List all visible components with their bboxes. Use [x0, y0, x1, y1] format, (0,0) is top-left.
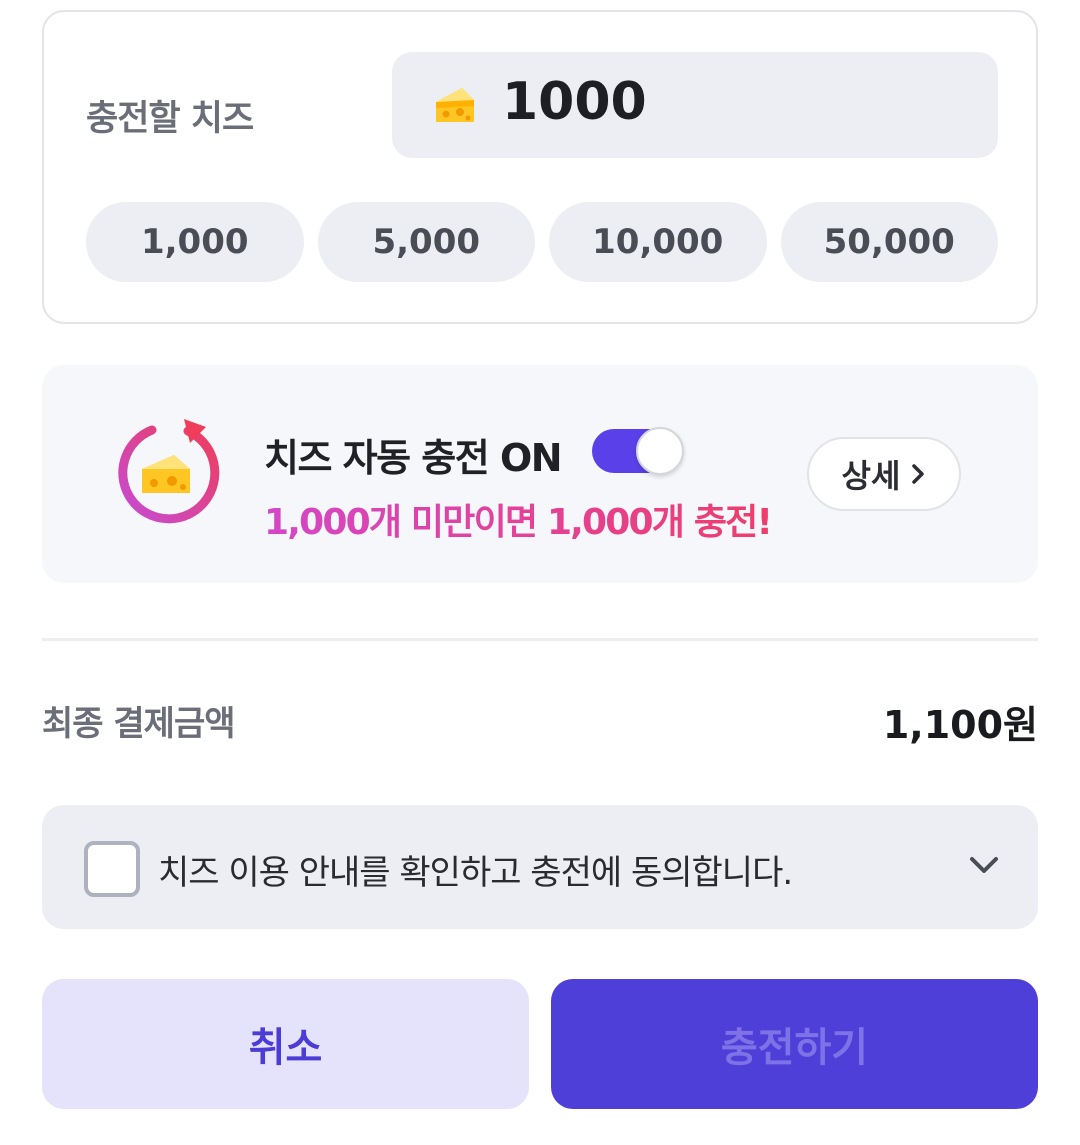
preset-5000-button[interactable]: 5,000	[317, 202, 535, 282]
auto-charge-panel: 치즈 자동 충전 ON 1,000개 미만이면 1,000개 충전! 상세	[42, 365, 1038, 583]
toggle-knob	[636, 427, 684, 475]
chevron-down-icon[interactable]	[968, 853, 1000, 877]
amount-input[interactable]: 1000	[392, 52, 998, 158]
preset-amounts: 1,000 5,000 10,000 50,000	[86, 202, 998, 282]
total-label: 최종 결제금액	[42, 704, 236, 744]
total-value: 1,100원	[882, 703, 1038, 747]
agree-bar[interactable]: 치즈 이용 안내를 확인하고 충전에 동의합니다.	[42, 805, 1038, 929]
detail-button[interactable]: 상세	[807, 437, 961, 511]
cheese-icon	[436, 88, 474, 122]
cheese-charge-page: 충전할 치즈 1000 1,000 5,000 10,000 50,000 치즈…	[0, 0, 1080, 1145]
chevron-right-icon	[912, 464, 925, 484]
auto-recharge-cheese-icon	[118, 419, 220, 524]
auto-charge-description: 1,000개 미만이면 1,000개 충전!	[264, 493, 773, 545]
agree-checkbox[interactable]	[84, 841, 140, 897]
charge-label: 충전할 치즈	[86, 99, 254, 139]
charge-button[interactable]: 충전하기	[551, 979, 1038, 1109]
preset-10000-button[interactable]: 10,000	[549, 202, 767, 282]
preset-1000-button[interactable]: 1,000	[86, 202, 304, 282]
agree-text: 치즈 이용 안내를 확인하고 충전에 동의합니다.	[158, 853, 793, 893]
preset-50000-button[interactable]: 50,000	[780, 202, 998, 282]
auto-charge-toggle[interactable]	[592, 427, 684, 475]
auto-charge-title: 치즈 자동 충전 ON	[264, 436, 563, 480]
divider	[42, 638, 1038, 641]
charge-amount-card: 충전할 치즈 1000 1,000 5,000 10,000 50,000	[42, 10, 1038, 324]
cancel-button[interactable]: 취소	[42, 979, 529, 1109]
detail-label: 상세	[841, 457, 901, 495]
amount-value: 1000	[502, 72, 647, 132]
